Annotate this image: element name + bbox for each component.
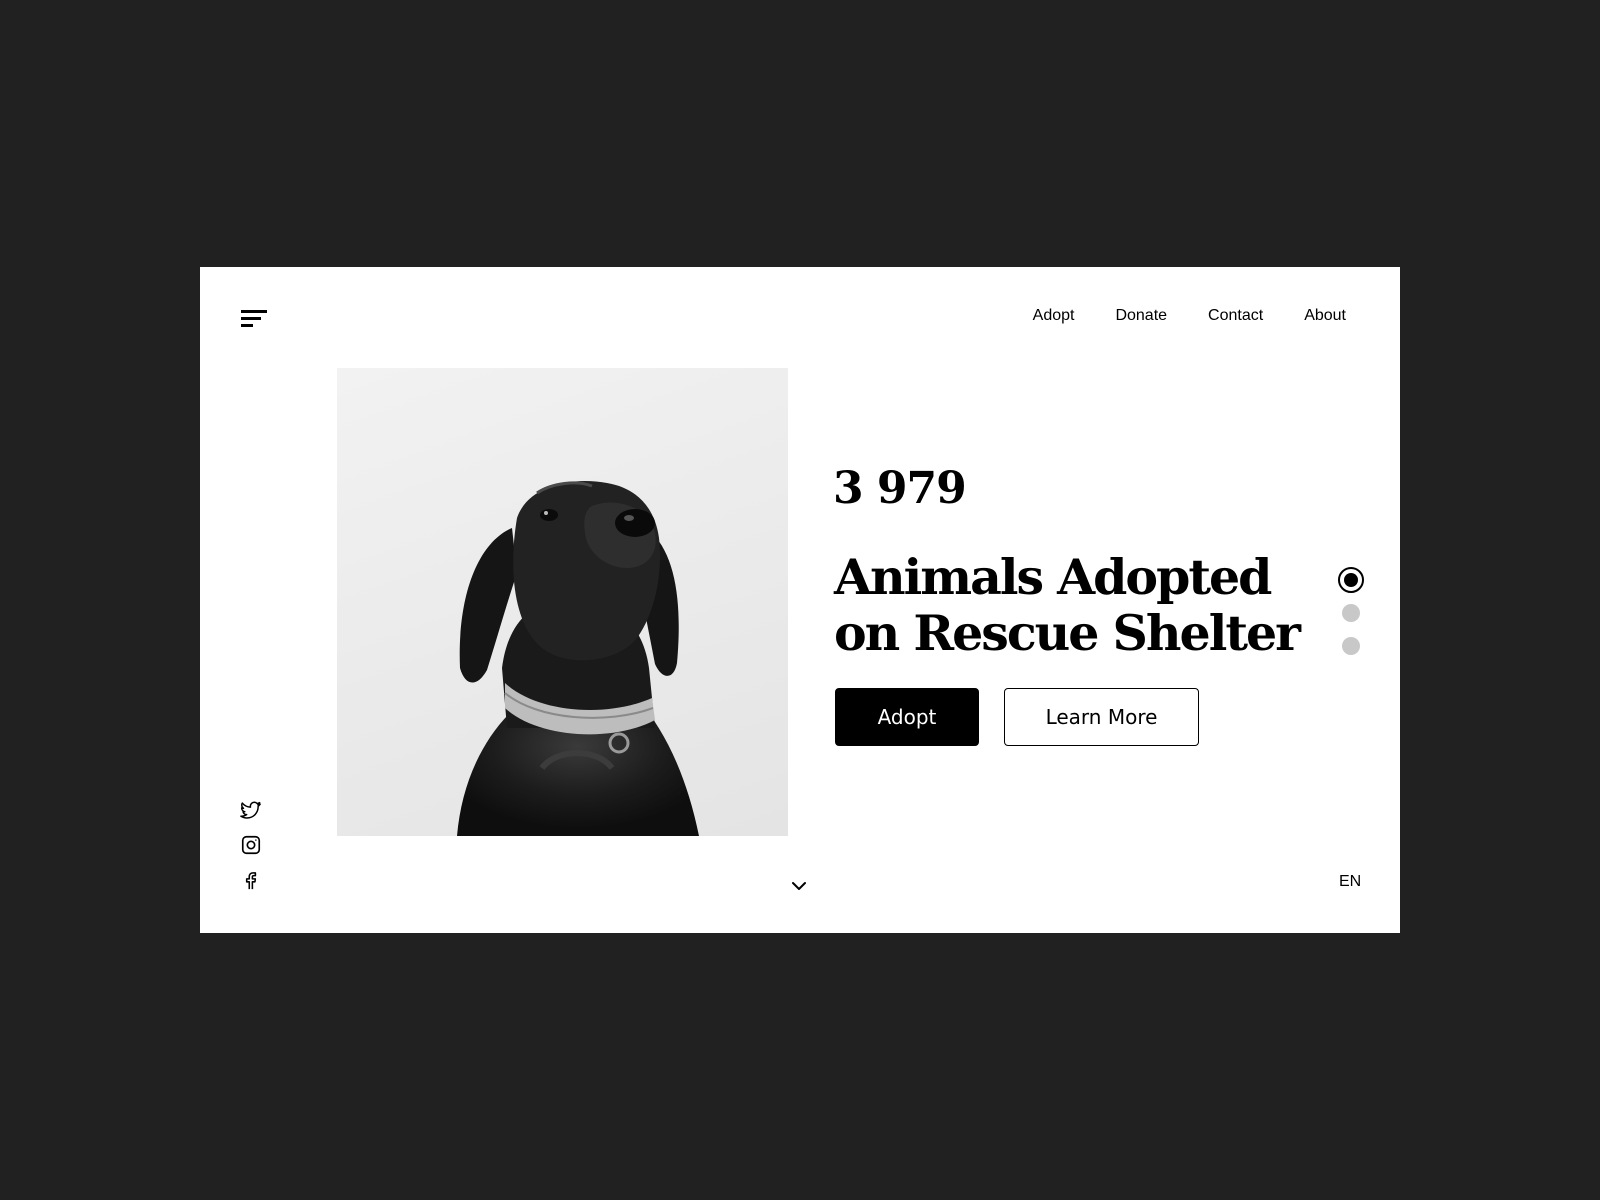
instagram-icon[interactable] — [240, 834, 262, 856]
headline-line-2: on Rescue Shelter — [834, 604, 1301, 662]
dog-photo — [337, 368, 788, 836]
slider-dot-2[interactable] — [1342, 604, 1360, 622]
headline-line-1: Animals Adopted — [834, 548, 1272, 606]
nav-link-about[interactable]: About — [1304, 306, 1346, 326]
adopt-button[interactable]: Adopt — [835, 688, 979, 746]
main-nav: Adopt Donate Contact About — [992, 306, 1346, 326]
language-selector[interactable]: EN — [1339, 873, 1361, 891]
slider-dot-1[interactable] — [1338, 567, 1364, 593]
landing-page: Adopt Donate Contact About 3 979 Animals… — [200, 267, 1400, 933]
nav-link-donate[interactable]: Donate — [1115, 306, 1167, 326]
chevron-down-icon[interactable] — [791, 879, 807, 891]
nav-link-adopt[interactable]: Adopt — [1033, 306, 1075, 326]
hamburger-menu-icon[interactable] — [241, 308, 269, 330]
page-title: Animals Adopted on Rescue Shelter — [834, 548, 1301, 662]
twitter-icon[interactable] — [240, 800, 262, 822]
learn-more-button[interactable]: Learn More — [1004, 688, 1199, 746]
facebook-icon[interactable] — [240, 869, 262, 891]
nav-link-contact[interactable]: Contact — [1208, 306, 1263, 326]
adoption-count: 3 979 — [833, 463, 967, 514]
slider-dot-3[interactable] — [1342, 637, 1360, 655]
